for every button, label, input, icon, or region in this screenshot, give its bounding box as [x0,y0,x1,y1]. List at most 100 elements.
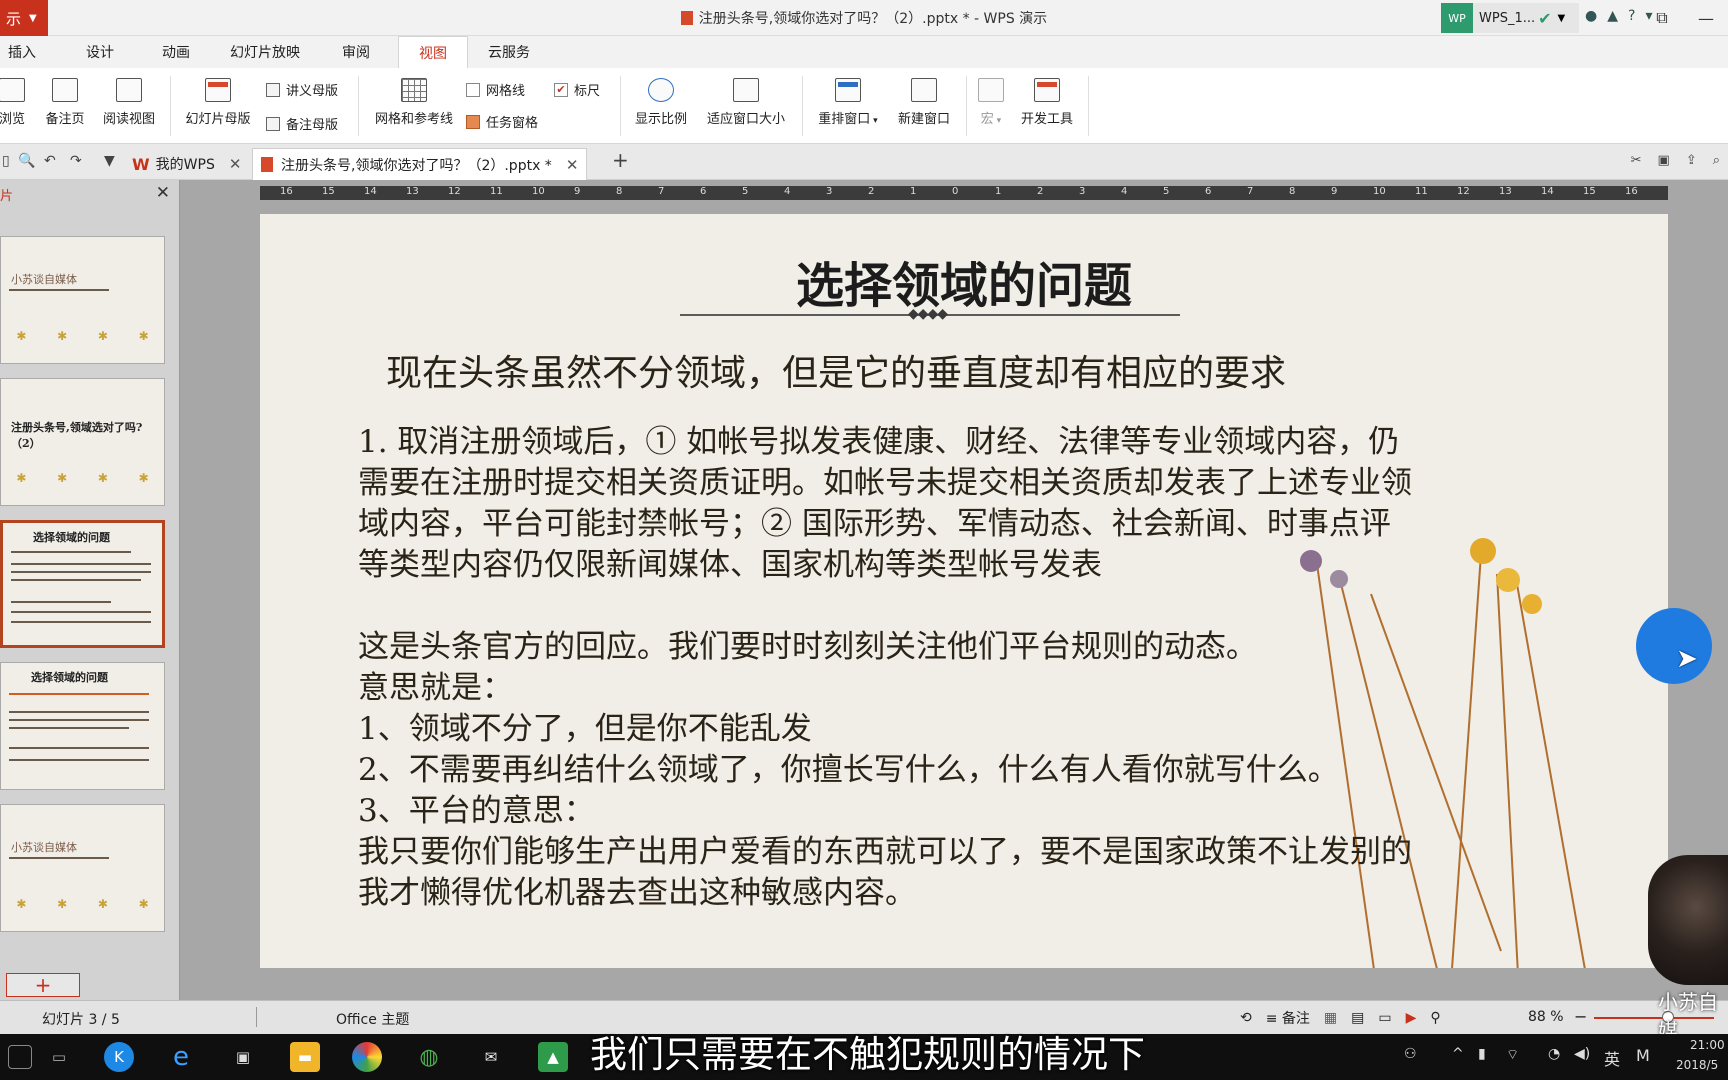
skin-icon[interactable]: ▲ [1607,8,1618,24]
ruler-tick-label: 15 [322,186,335,197]
search-icon[interactable]: ⌕ [1713,153,1720,168]
webcam-overlay [1648,855,1728,985]
restore-icon[interactable]: ⟲ [1240,1010,1252,1026]
tray-app-icon[interactable]: ▮ [1478,1046,1486,1062]
tab-slideshow[interactable]: 幻灯片放映 [230,42,300,62]
dev-tools-button[interactable]: 开发工具 [1014,74,1080,127]
wps-logo: WP [1441,3,1473,33]
store-icon[interactable]: ▣ [228,1042,258,1072]
normal-view-icon[interactable]: ▦ [1324,1010,1337,1026]
share-icon[interactable]: ⇪ [1686,153,1697,168]
ruler-checkbox[interactable]: ✔ 标尺 [554,80,600,99]
new-window-button[interactable]: 新建窗口 [890,74,958,127]
notes-master-icon [266,116,280,131]
ruler-tick-label: 14 [1541,186,1554,197]
ime-indicator[interactable]: 英 [1604,1046,1620,1070]
cursor-highlight [1636,608,1712,684]
account-button[interactable]: WP WPS_1... ✔ ▼ [1441,3,1579,33]
slide-master-button[interactable]: 幻灯片母版 [178,74,258,127]
wifi-icon[interactable]: ◔ [1548,1046,1560,1062]
task-pane-toggle[interactable]: 任务窗格 [466,112,538,131]
slide-thumbnail-panel: 片 ✕ 小苏谈自媒体 ✱ ✱ ✱ ✱ 注册头条号,领域选对了吗?（2） ✱ ✱ ✱ ✱ 选择… [0,180,180,1000]
horizontal-ruler: 16 15 14 13 12 11 10 9 8 7 6 5 4 3 2 1 0 1 2 3 4 5 6 7 8 9 10 11 12 1… [260,186,1668,200]
video-caption: 我们只需要在不触犯规则的情况下 [590,1033,1145,1076]
windows-start-icon[interactable] [8,1045,32,1069]
close-icon[interactable]: ✕ [229,155,242,173]
zoom-button[interactable]: 显示比例 [628,74,694,127]
zoom-out-icon[interactable]: − [1574,1007,1587,1026]
fit-window-button[interactable]: 适应窗口大小 [698,74,794,127]
notes-toggle[interactable]: ≡ 备注 [1266,1008,1310,1028]
new-window-icon [911,78,937,102]
slideshow-icon[interactable]: ▶ [1406,1010,1417,1026]
reading-view-button[interactable]: 阅读视图 [96,74,162,127]
macro-button[interactable]: 宏 ▾ [974,74,1008,127]
theme-icon[interactable]: ● [1585,8,1597,24]
tab-cloud[interactable]: 云服务 [488,42,530,62]
notes-page-icon [52,78,78,102]
wechat-icon[interactable]: ◍ [414,1042,444,1072]
ruler-tick-label: 0 [952,186,959,197]
body-line: 意思就是： [358,670,513,706]
ruler-tick-label: 10 [532,186,545,197]
ime-mode[interactable]: M [1636,1046,1650,1065]
restore-ribbon-icon[interactable]: ⧉ [1640,0,1684,36]
title-bar: 示 ▼ 注册头条号,领域你选对了吗？（2）.pptx * - WPS 演示 WP … [0,0,1728,36]
slide-thumbnail-3[interactable]: 选择领域的问题 [0,520,165,648]
gridlines-checkbox[interactable]: 网格线 [466,80,525,99]
undo-icon[interactable]: ↶ [44,153,56,169]
dev-tools-icon [1034,78,1060,102]
handout-master-icon [266,82,280,97]
preview-icon[interactable]: 🔍 [18,153,35,169]
tool-icon[interactable]: ✂ [1631,153,1642,168]
zoom-level[interactable]: 88 % [1528,1009,1564,1025]
arrange-windows-button[interactable]: 重排窗口 ▾ [810,74,886,127]
tab-animation[interactable]: 动画 [162,42,190,62]
redo-icon[interactable]: ↷ [70,153,82,169]
slide-thumbnail-1[interactable]: 小苏谈自媒体 ✱ ✱ ✱ ✱ [0,236,165,364]
sorter-view-icon[interactable]: ▤ [1351,1010,1364,1026]
tab-document[interactable]: 注册头条号,领域你选对了吗？（2）.pptx * ✕ [252,148,588,180]
tab-insert[interactable]: 插入 [8,42,36,62]
volume-icon[interactable]: ◀) [1574,1046,1590,1062]
file-explorer-icon[interactable]: ▬ [290,1042,320,1072]
help-icon[interactable]: ? [1628,8,1635,24]
tab-design[interactable]: 设计 [86,42,114,62]
grid-guides-button[interactable]: 网格和参考线 [366,74,462,127]
handout-master-button[interactable]: 讲义母版 [266,80,338,99]
slide-thumbnail-2[interactable]: 注册头条号,领域选对了吗?（2） ✱ ✱ ✱ ✱ [0,378,165,506]
notes-master-button[interactable]: 备注母版 [266,114,338,133]
doc-icon[interactable]: ▣ [1658,153,1670,168]
kugou-icon[interactable]: K [104,1042,134,1072]
notes-page-button[interactable]: 备注页 [40,74,90,127]
close-icon[interactable]: ✕ [566,156,579,174]
browse-button[interactable]: 浏览 [0,74,32,127]
edge-icon[interactable]: e [166,1042,196,1072]
clock-time[interactable]: 21:00 [1690,1038,1725,1052]
network-icon[interactable]: ⌔ [1506,1046,1519,1064]
slide-thumbnail-5[interactable]: 小苏谈自媒体 ✱ ✱ ✱ ✱ [0,804,165,932]
document-tab-strip: ▯ 🔍 ↶ ↷ ▼ W 我的WPS ✕ 注册头条号,领域你选对了吗？（2）.pp… [0,144,1728,180]
add-slide-button[interactable]: + [6,973,80,997]
quick-access-dropdown-icon[interactable]: ▼ [104,153,115,169]
ruler-tick-label: 5 [1163,186,1170,197]
reading-view-icon[interactable]: ▭ [1378,1010,1391,1026]
mail-icon[interactable]: ✉ [476,1042,506,1072]
slide-thumbnail-4[interactable]: 选择领域的问题 [0,662,165,790]
clock-date[interactable]: 2018/5 [1676,1058,1718,1072]
people-icon[interactable]: ⚇ [1404,1046,1417,1062]
slide-canvas[interactable]: 选择领域的问题 ◆◆◆◆ 现在头条虽然不分领域，但是它的垂直度却有相应的要求 1… [260,214,1668,968]
tab-my-wps[interactable]: W 我的WPS ✕ [124,148,249,180]
tab-view[interactable]: 视图 [398,36,468,68]
new-tab-icon[interactable]: + [612,148,629,172]
chrome-icon[interactable] [352,1042,382,1072]
ruler-tick-label: 10 [1373,186,1386,197]
tray-expand-icon[interactable]: ^ [1452,1046,1464,1062]
green-app-icon[interactable]: ▲ [538,1042,568,1072]
task-view-icon[interactable]: ▭ [44,1042,74,1072]
tab-review[interactable]: 审阅 [342,42,370,62]
pin-icon[interactable]: ⚲ [1430,1010,1440,1026]
print-preview-icon[interactable]: ▯ [2,153,10,169]
close-panel-icon[interactable]: ✕ [156,183,170,203]
minimize-icon[interactable]: — [1684,0,1728,36]
